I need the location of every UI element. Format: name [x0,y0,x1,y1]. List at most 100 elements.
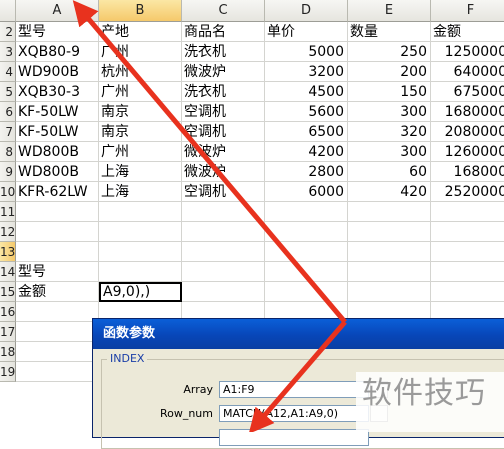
table-cell[interactable]: 杭州 [99,62,182,82]
column-header-d[interactable]: D [265,0,348,22]
table-cell[interactable]: XQB30-3 [16,82,99,102]
table-cell[interactable]: 168000 [431,162,504,182]
table-cell[interactable]: WD800B [16,162,99,182]
empty-cell[interactable] [99,202,182,222]
table-cell[interactable]: 675000 [431,82,504,102]
empty-cell[interactable] [348,282,431,302]
row-header-10[interactable]: 10 [0,182,16,202]
table-cell[interactable]: 上海 [99,182,182,202]
empty-cell[interactable] [431,282,504,302]
table-cell[interactable]: 1680000 [431,102,504,122]
table-cell[interactable]: 空调机 [182,122,265,142]
empty-cell[interactable] [182,222,265,242]
row-header-4[interactable]: 4 [0,62,16,82]
table-header-cell[interactable]: 单价 [265,22,348,42]
table-cell[interactable]: 150 [348,82,431,102]
table-cell[interactable]: 420 [348,182,431,202]
select-all-corner[interactable] [0,0,16,22]
table-cell[interactable]: 南京 [99,102,182,122]
table-cell[interactable]: 250 [348,42,431,62]
empty-cell[interactable] [99,242,182,262]
table-cell[interactable]: 上海 [99,162,182,182]
row-header-7[interactable]: 7 [0,122,16,142]
empty-cell[interactable] [16,302,99,322]
table-header-cell[interactable]: 金额 [431,22,504,42]
row-header-5[interactable]: 5 [0,82,16,102]
empty-cell[interactable] [16,242,99,262]
row-header-13[interactable]: 13 [0,242,16,262]
row-header-19[interactable]: 19 [0,362,16,382]
empty-cell[interactable] [182,242,265,262]
empty-cell[interactable] [16,202,99,222]
table-cell[interactable]: 1250000 [431,42,504,62]
table-cell[interactable]: 洗衣机 [182,82,265,102]
column-header-c[interactable]: C [182,0,265,22]
table-cell[interactable]: 6500 [265,122,348,142]
column-header-e[interactable]: E [348,0,431,22]
table-cell[interactable]: 2800 [265,162,348,182]
table-header-cell[interactable]: 产地 [99,22,182,42]
table-cell[interactable]: 广州 [99,42,182,62]
table-cell[interactable]: 2520000 [431,182,504,202]
table-cell[interactable]: 6000 [265,182,348,202]
table-cell[interactable]: 60 [348,162,431,182]
row-header-16[interactable]: 16 [0,302,16,322]
row-header-8[interactable]: 8 [0,142,16,162]
table-header-cell[interactable]: 商品名 [182,22,265,42]
table-cell[interactable]: 微波炉 [182,62,265,82]
row-header-11[interactable]: 11 [0,202,16,222]
table-header-cell[interactable]: 型号 [16,22,99,42]
row-header-12[interactable]: 12 [0,222,16,242]
empty-cell[interactable] [265,282,348,302]
empty-cell[interactable] [265,202,348,222]
empty-cell[interactable] [431,202,504,222]
table-cell[interactable]: 空调机 [182,182,265,202]
table-cell[interactable]: 4500 [265,82,348,102]
table-cell[interactable]: 南京 [99,122,182,142]
empty-cell[interactable] [348,202,431,222]
column-header-f[interactable]: F [431,0,504,22]
table-cell[interactable]: 微波炉 [182,142,265,162]
row-header-14[interactable]: 14 [0,262,16,282]
empty-cell[interactable] [431,262,504,282]
empty-cell[interactable] [99,262,182,282]
row-header-2[interactable]: 2 [0,22,16,42]
table-cell[interactable]: 4200 [265,142,348,162]
empty-cell[interactable] [16,222,99,242]
rownum-arg-input[interactable]: MATCH(A12,A1:A9,0) [219,405,369,422]
table-cell[interactable]: 广州 [99,142,182,162]
table-cell[interactable]: 300 [348,142,431,162]
empty-cell[interactable] [182,202,265,222]
empty-cell[interactable] [431,242,504,262]
row-header-15[interactable]: 15 [0,282,16,302]
table-cell[interactable]: 2080000 [431,122,504,142]
empty-cell[interactable] [99,222,182,242]
table-cell[interactable]: 空调机 [182,102,265,122]
table-cell[interactable]: 微波炉 [182,162,265,182]
empty-cell[interactable] [431,222,504,242]
table-cell[interactable]: 200 [348,62,431,82]
column-header-b[interactable]: B [99,0,182,22]
table-cell[interactable]: KF-50LW [16,122,99,142]
table-cell[interactable]: 5000 [265,42,348,62]
table-header-cell[interactable]: 数量 [348,22,431,42]
table-cell[interactable]: WD900B [16,62,99,82]
table-cell[interactable]: 640000 [431,62,504,82]
row-header-9[interactable]: 9 [0,162,16,182]
empty-cell[interactable] [348,262,431,282]
table-cell[interactable]: 5600 [265,102,348,122]
array-arg-input[interactable]: A1:F9 [219,381,369,398]
table-cell[interactable]: WD800B [16,142,99,162]
table-cell[interactable]: 1260000 [431,142,504,162]
empty-cell[interactable] [265,222,348,242]
table-cell[interactable]: XQB80-9 [16,42,99,62]
empty-cell[interactable] [16,342,99,362]
row-header-17[interactable]: 17 [0,322,16,342]
empty-cell[interactable] [265,262,348,282]
formula-editing-cell[interactable]: A9,0),) [99,282,182,302]
table-cell[interactable]: 广州 [99,82,182,102]
table-cell[interactable]: 3200 [265,62,348,82]
empty-cell[interactable] [182,262,265,282]
table-cell[interactable]: 洗衣机 [182,42,265,62]
table-cell[interactable]: 300 [348,102,431,122]
